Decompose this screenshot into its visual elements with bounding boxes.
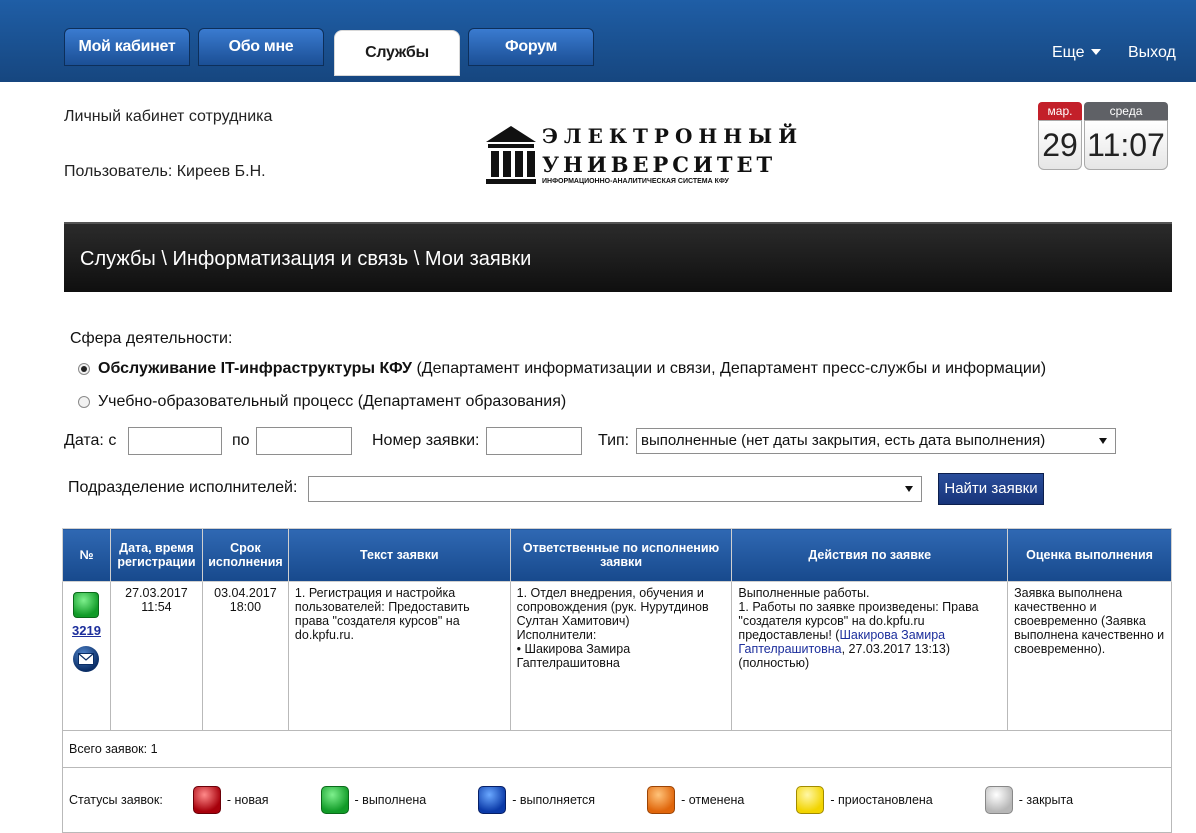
cell-due-datetime: 03.04.2017 18:00: [201, 581, 289, 731]
cell-request-text: 1. Регистрация и настройка пользователей…: [287, 581, 511, 731]
date-to-input[interactable]: [256, 427, 352, 455]
user-name: Пользователь: Киреев Б.Н.: [64, 163, 266, 180]
calendar-time: 11:07: [1084, 120, 1168, 170]
reg-time: 11:54: [141, 600, 172, 614]
radio2-label: Учебно-образовательный процесс (Департам…: [98, 393, 567, 410]
actions-text: 1. Работы по заявке произведены: Права "…: [738, 600, 1001, 670]
tab-services[interactable]: Службы: [334, 30, 460, 76]
col-header-reg-date: Дата, время регистрации: [109, 528, 203, 582]
executor-name: • Шакирова Замира Гаптелрашитовна: [516, 642, 631, 670]
status-closed-icon: [984, 786, 1013, 814]
radio1-bold-label: Обслуживание IT-инфраструктуры КФУ: [98, 360, 413, 377]
table-header-row: № Дата, время регистрации Срок исполнени…: [62, 528, 1172, 582]
legend-item-cancelled: - отменена: [647, 786, 744, 814]
date-from-input[interactable]: [128, 427, 222, 455]
chevron-down-icon: [905, 486, 913, 492]
col-header-text: Текст заявки: [287, 528, 511, 582]
type-select-value: выполненные (нет даты закрытия, есть дат…: [641, 432, 1046, 449]
university-logo: ЭЛЕКТРОННЫЙ УНИВЕРСИТЕТ ИНФОРМАЦИОННО-АН…: [484, 122, 797, 190]
status-new-icon: [192, 786, 221, 814]
calendar-weekday: среда: [1084, 102, 1168, 120]
status-completed-icon: [73, 592, 100, 618]
actions-heading: Выполненные работы.: [738, 586, 870, 600]
legend-row: Статусы заявок: - новая - выполнена - вы…: [62, 767, 1172, 833]
legend-label-closed: - закрыта: [1018, 793, 1074, 807]
department-label: Подразделение исполнителей:: [68, 479, 298, 496]
reg-date: 27.03.2017: [125, 586, 188, 600]
legend-item-paused: - приостановлена: [796, 786, 933, 814]
status-cancelled-icon: [647, 786, 676, 814]
top-navigation-bar: Мой кабинет Обо мне Форум Еще Выход: [0, 0, 1196, 82]
legend-label-completed: - выполнена: [354, 793, 427, 807]
legend-item-closed: - закрыта: [984, 786, 1074, 814]
col-header-due-date: Срок исполнения: [201, 528, 289, 582]
request-number-input[interactable]: [486, 427, 582, 455]
col-header-number: №: [62, 528, 111, 582]
due-time: 18:00: [229, 600, 262, 614]
due-date: 03.04.2017: [214, 586, 277, 600]
find-requests-button[interactable]: Найти заявки: [938, 473, 1044, 505]
table-row: 3219 27.03.2017 11:54 03.04.2017 18:00 1…: [62, 581, 1172, 731]
col-header-actions: Действия по заявке: [731, 528, 1009, 582]
legend-label-new: - новая: [226, 793, 269, 807]
university-building-icon: [486, 126, 536, 184]
rating-text: Заявка выполнена качественно и своевреме…: [1014, 586, 1165, 656]
radio1-label-rest: (Департамент информатизации и связи, Деп…: [412, 360, 1047, 377]
request-number-link[interactable]: 3219: [63, 624, 110, 638]
total-row: Всего заявок: 1: [62, 730, 1172, 768]
cell-responsible: 1. Отдел внедрения, обучения и сопровожд…: [509, 581, 733, 731]
cell-rating: Заявка выполнена качественно и своевреме…: [1007, 581, 1172, 731]
date-from-label: Дата: с: [64, 432, 117, 449]
radio-it-infrastructure[interactable]: Обслуживание IT-инфраструктуры КФУ (Депа…: [78, 360, 1046, 378]
mail-icon[interactable]: [73, 646, 100, 672]
legend-item-completed: - выполнена: [320, 786, 427, 814]
requests-table: № Дата, время регистрации Срок исполнени…: [62, 528, 1172, 833]
sphere-label: Сфера деятельности:: [70, 330, 233, 347]
breadcrumb: Службы \ Информатизация и связь \ Мои за…: [64, 222, 1172, 292]
chevron-down-icon: [1099, 438, 1107, 444]
tab-about-me[interactable]: Обо мне: [198, 28, 324, 66]
date-to-label: по: [232, 432, 250, 449]
chevron-down-icon: [1090, 49, 1101, 55]
tab-forum[interactable]: Форум: [468, 28, 594, 66]
type-label: Тип:: [598, 432, 630, 449]
legend-title: Статусы заявок:: [69, 793, 163, 807]
legend-label-in-progress: - выполняется: [512, 793, 596, 807]
cell-reg-datetime: 27.03.2017 11:54: [109, 581, 203, 731]
legend-cell: Статусы заявок: - новая - выполнена - вы…: [62, 767, 1172, 833]
logo-line3: ИНФОРМАЦИОННО-АНАЛИТИЧЕСКАЯ СИСТЕМА КФУ: [542, 178, 729, 185]
cell-number: 3219: [62, 581, 111, 731]
type-select[interactable]: выполненные (нет даты закрытия, есть дат…: [636, 428, 1116, 454]
legend-item-in-progress: - выполняется: [478, 786, 595, 814]
cell-actions: Выполненные работы. 1. Работы по заявке …: [731, 581, 1009, 731]
department-select[interactable]: [308, 476, 922, 502]
radio-education[interactable]: Учебно-образовательный процесс (Департам…: [78, 393, 566, 411]
radio-button[interactable]: [78, 396, 90, 408]
calendar-date: 29: [1038, 120, 1082, 170]
radio-button-checked[interactable]: [78, 363, 90, 375]
logo-line2: УНИВЕРСИТЕТ: [542, 152, 777, 177]
col-header-rating: Оценка выполнения: [1007, 528, 1172, 582]
request-text: 1. Регистрация и настройка пользователей…: [294, 586, 470, 642]
calendar-widget: мар. среда 29 11:07: [1036, 102, 1170, 170]
executors-label: Исполнители:: [516, 628, 597, 642]
legend-label-paused: - приостановлена: [830, 793, 933, 807]
status-in-progress-icon: [478, 786, 507, 814]
more-menu[interactable]: Еще: [1052, 44, 1101, 62]
page-subtitle: Личный кабинет сотрудника: [64, 108, 273, 125]
col-header-responsible: Ответственные по исполнению заявки: [509, 528, 733, 582]
more-label: Еще: [1052, 44, 1085, 61]
status-completed-icon: [320, 786, 349, 814]
logo-line1: ЭЛЕКТРОННЫЙ: [542, 124, 804, 148]
legend-label-cancelled: - отменена: [681, 793, 745, 807]
logout-link[interactable]: Выход: [1128, 44, 1176, 62]
total-count: Всего заявок: 1: [62, 730, 1172, 768]
status-paused-icon: [796, 786, 825, 814]
legend-item-new: - новая: [192, 786, 269, 814]
request-number-label: Номер заявки:: [372, 432, 480, 449]
status-legend: Статусы заявок: - новая - выполнена - вы…: [69, 786, 1165, 814]
responsible-dept: 1. Отдел внедрения, обучения и сопровожд…: [516, 586, 709, 628]
tab-my-cabinet[interactable]: Мой кабинет: [64, 28, 190, 66]
calendar-month: мар.: [1038, 102, 1082, 120]
